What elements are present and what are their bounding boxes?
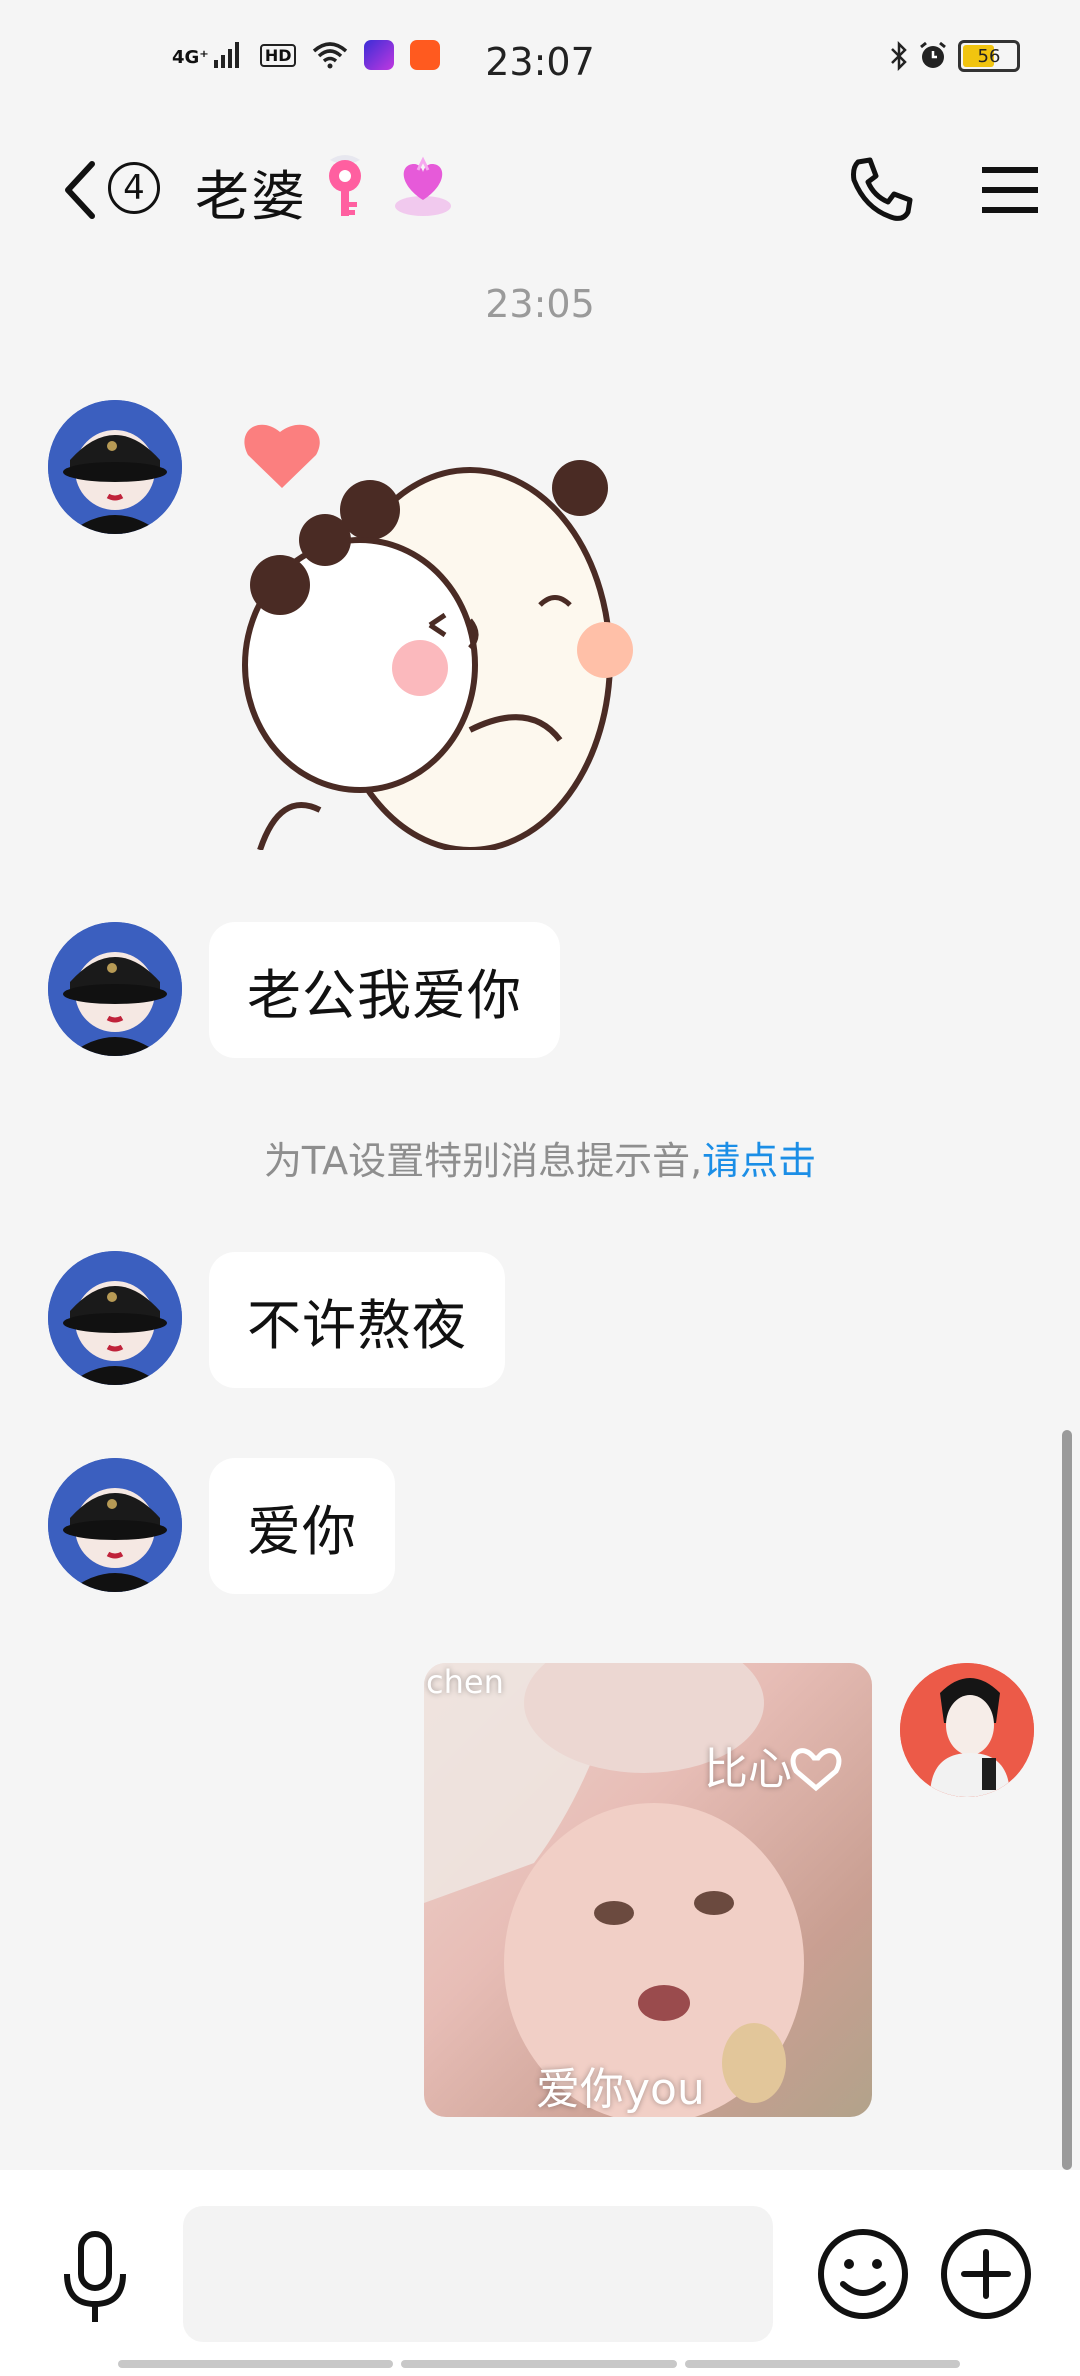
back-chevron-icon bbox=[65, 161, 95, 219]
avatar-image bbox=[48, 1251, 182, 1385]
status-bar: 4G⁺ HD 23:07 56 bbox=[0, 0, 1080, 130]
message-text: 爱你 bbox=[247, 1499, 357, 1563]
alarm-icon bbox=[920, 41, 946, 68]
sent-image-message[interactable]: chen 比心 爱你you bbox=[424, 1663, 872, 2117]
smiley-icon bbox=[818, 2229, 908, 2319]
scrollbar[interactable] bbox=[1062, 1430, 1072, 2170]
avatar-image bbox=[48, 922, 182, 1056]
photo-content bbox=[424, 1663, 842, 2117]
photo-overlay-text: 爱你you bbox=[536, 2064, 705, 2115]
contact-avatar[interactable] bbox=[48, 400, 182, 534]
system-note: 为TA设置特别消息提示音,请点击 bbox=[0, 1130, 1080, 1185]
menu-button[interactable] bbox=[980, 155, 1040, 225]
phone-icon bbox=[851, 157, 913, 221]
avatar-image bbox=[900, 1663, 1034, 1797]
chat-header: 4 老婆 bbox=[0, 130, 1080, 250]
hugging-bears-sticker[interactable] bbox=[220, 410, 670, 850]
contact-avatar[interactable] bbox=[48, 1251, 182, 1385]
contact-name[interactable]: 老婆 bbox=[195, 152, 307, 231]
system-note-text: 为TA设置特别消息提示音, bbox=[263, 1139, 703, 1183]
message-text: 老公我爱你 bbox=[247, 963, 522, 1027]
more-options-button[interactable] bbox=[938, 2226, 1034, 2322]
contact-avatar[interactable] bbox=[48, 1458, 182, 1592]
message-text: 不许熬夜 bbox=[247, 1293, 467, 1357]
contact-avatar[interactable] bbox=[48, 922, 182, 1056]
status-icons-right: 56 bbox=[890, 40, 1020, 72]
system-note-link[interactable]: 请点击 bbox=[702, 1139, 816, 1183]
photo-overlay-text: chen bbox=[426, 1663, 504, 1701]
back-button[interactable] bbox=[50, 155, 110, 225]
battery-icon: 56 bbox=[958, 40, 1020, 72]
key-heart-emoji bbox=[329, 155, 361, 216]
gesture-bar bbox=[118, 2360, 960, 2368]
photo-overlay-text: 比心 bbox=[704, 1744, 792, 1795]
heart-icon bbox=[244, 424, 320, 488]
menu-icon bbox=[982, 167, 1038, 213]
plus-icon bbox=[941, 2229, 1031, 2319]
voice-input-button[interactable] bbox=[55, 2228, 135, 2328]
microphone-icon bbox=[64, 2231, 126, 2322]
self-avatar[interactable] bbox=[900, 1663, 1034, 1797]
heart-gem-emoji bbox=[395, 156, 451, 216]
bluetooth-icon bbox=[891, 41, 907, 71]
unread-count-badge[interactable]: 4 bbox=[108, 162, 160, 214]
message-input[interactable] bbox=[183, 2206, 773, 2342]
message-bubble[interactable]: 不许熬夜 bbox=[209, 1252, 505, 1388]
avatar-image bbox=[48, 1458, 182, 1592]
chat-timestamp: 23:05 bbox=[485, 282, 595, 326]
gesture-segment bbox=[684, 2360, 960, 2368]
voice-call-button[interactable] bbox=[840, 150, 920, 230]
gesture-segment bbox=[118, 2360, 394, 2368]
message-bubble[interactable]: 爱你 bbox=[209, 1458, 395, 1594]
battery-level: 56 bbox=[977, 45, 1001, 67]
gesture-segment bbox=[401, 2360, 677, 2368]
message-bubble[interactable]: 老公我爱你 bbox=[209, 922, 560, 1058]
avatar-image bbox=[48, 400, 182, 534]
emoji-button[interactable] bbox=[815, 2226, 911, 2322]
input-bar bbox=[0, 2170, 1080, 2376]
